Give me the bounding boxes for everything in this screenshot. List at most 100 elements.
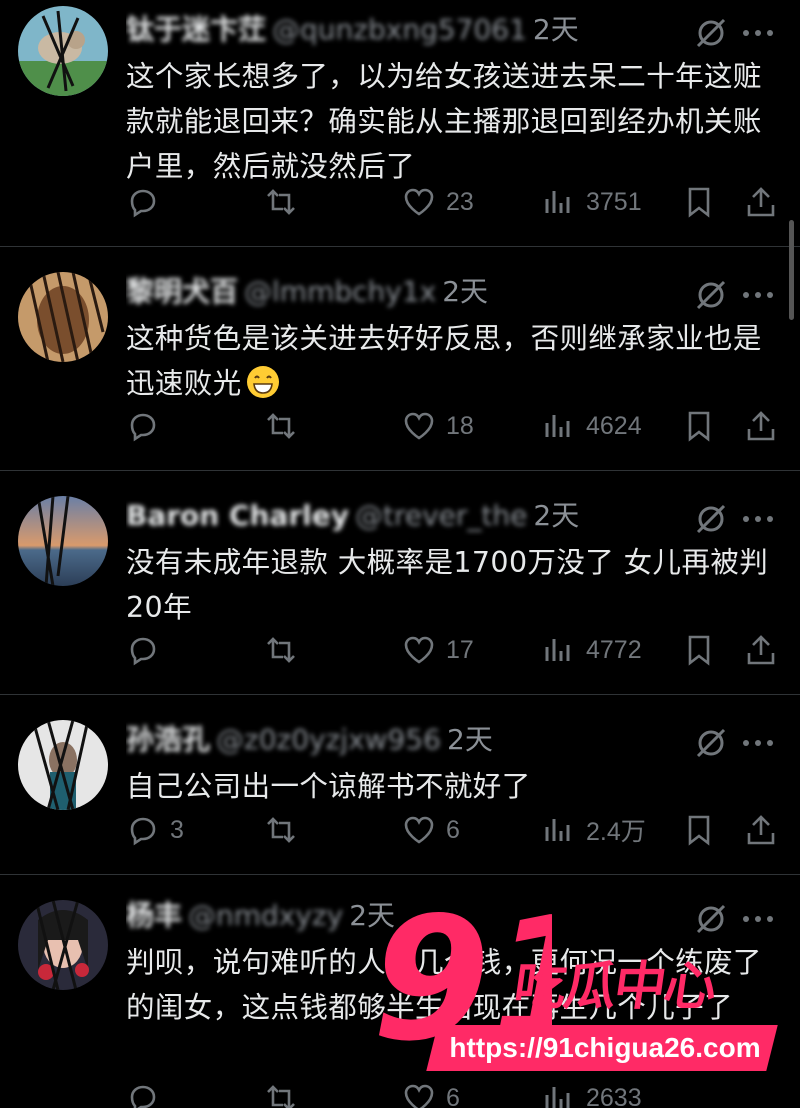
views-icon [545,415,570,437]
reply-icon [130,1085,156,1108]
author-handle[interactable]: @qunzbxng57061 [272,13,527,46]
grok-icon[interactable] [694,16,728,50]
views-button[interactable]: 4624 [542,406,642,446]
divider [0,246,800,247]
views-count: 3751 [586,187,642,216]
action-bar: 18 4624 [0,406,800,446]
more-icon[interactable] [738,906,778,932]
action-bar: 6 2633 [0,1078,800,1108]
grok-icon[interactable] [694,502,728,536]
author-handle[interactable]: @z0z0yzjxw956 [216,723,441,756]
bookmark-button[interactable] [682,630,716,670]
retweet-button[interactable] [264,406,308,446]
heart-icon [404,412,434,440]
views-icon [545,1087,570,1108]
author-name[interactable]: 黎明犬百 [126,275,238,308]
bookmark-button[interactable] [682,182,716,222]
like-button[interactable]: 17 [402,630,474,670]
post-time: 2天 [442,275,489,308]
retweet-icon [267,1085,295,1108]
views-button[interactable]: 2633 [542,1078,642,1108]
avatar[interactable] [18,720,108,810]
views-count: 4624 [586,411,642,440]
author-handle[interactable]: @lmmbchy1x [244,275,436,308]
views-button[interactable]: 2.4万 [542,810,646,850]
avatar[interactable] [18,6,108,96]
watermark-url: https://91chigua26.com [449,1032,761,1063]
avatar-image [18,496,108,586]
avatar-image [18,720,108,810]
share-button[interactable] [744,630,778,670]
like-count: 18 [446,411,474,440]
views-button[interactable]: 3751 [542,182,642,222]
more-icon[interactable] [738,506,778,532]
reply-icon [130,817,156,846]
like-button[interactable]: 6 [402,1078,460,1108]
author-name[interactable]: Baron Charley [126,499,349,532]
bookmark-icon [688,815,710,846]
retweet-button[interactable] [264,810,308,850]
reply-button[interactable] [126,182,170,222]
post-text-content: 自己公司出一个谅解书不就好了 [126,770,531,803]
scrollbar[interactable] [789,220,794,320]
post-text-content: 没有未成年退款 大概率是1700万没了 女儿再被判20年 [126,546,769,624]
reply-icon [130,189,156,218]
avatar[interactable] [18,272,108,362]
avatar-image [18,6,108,96]
more-icon[interactable] [738,730,778,756]
post-header: 钛于迷卞茳 @qunzbxng57061 2天 [126,10,686,50]
bookmark-button[interactable] [682,810,716,850]
bookmark-button[interactable] [682,406,716,446]
views-count: 2633 [586,1083,642,1108]
grok-icon[interactable] [694,902,728,936]
share-button[interactable] [744,810,778,850]
bookmark-icon [688,187,710,218]
author-name[interactable]: 孙浩孔 [126,723,210,756]
share-icon [747,635,775,665]
retweet-button[interactable] [264,1078,308,1108]
views-button[interactable]: 4772 [542,630,642,670]
reply-icon [130,413,156,442]
like-count: 6 [446,1083,460,1108]
author-handle[interactable]: @nmdxyzy [188,899,343,932]
grok-icon[interactable] [694,726,728,760]
post-time: 2天 [533,499,580,532]
like-button[interactable]: 23 [402,182,474,222]
reply-button[interactable] [126,1078,170,1108]
more-icon[interactable] [738,282,778,308]
more-icon[interactable] [738,20,778,46]
retweet-button[interactable] [264,182,308,222]
reply-button[interactable]: 3 [126,810,184,850]
post-text-content: 这种货色是该关进去好好反思，否则继承家业也是迅速败光 [126,322,762,400]
retweet-icon [267,637,295,663]
avatar[interactable] [18,900,108,990]
heart-icon [404,188,434,216]
post-text-content: 这个家长想多了，以为给女孩送进去呆二十年这赃款就能退回来？确实能从主播那退回到经… [126,60,762,183]
like-button[interactable]: 6 [402,810,460,850]
heart-icon [404,636,434,664]
avatar[interactable] [18,496,108,586]
grinning-face-emoji [246,366,279,398]
share-button[interactable] [744,406,778,446]
post-time: 2天 [447,723,493,756]
like-count: 6 [446,815,460,844]
divider [0,874,800,875]
grok-icon[interactable] [694,278,728,312]
action-bar: 3 6 2.4万 [0,810,800,850]
share-icon [747,411,775,441]
action-bar: 23 3751 [0,182,800,222]
like-button[interactable]: 18 [402,406,474,446]
author-name[interactable]: 杨丰 [126,899,182,932]
divider [0,470,800,471]
watermark-brand: 吃瓜中心 [510,957,719,1017]
avatar-image [18,900,108,990]
reply-button[interactable] [126,406,170,446]
retweet-button[interactable] [264,630,308,670]
reply-button[interactable] [126,630,170,670]
share-button[interactable] [744,182,778,222]
author-handle[interactable]: @trever_the [355,499,527,532]
author-name[interactable]: 钛于迷卞茳 [126,13,266,46]
bookmark-icon [688,411,710,442]
views-count: 2.4万 [586,818,646,846]
post-time: 2天 [532,13,579,46]
